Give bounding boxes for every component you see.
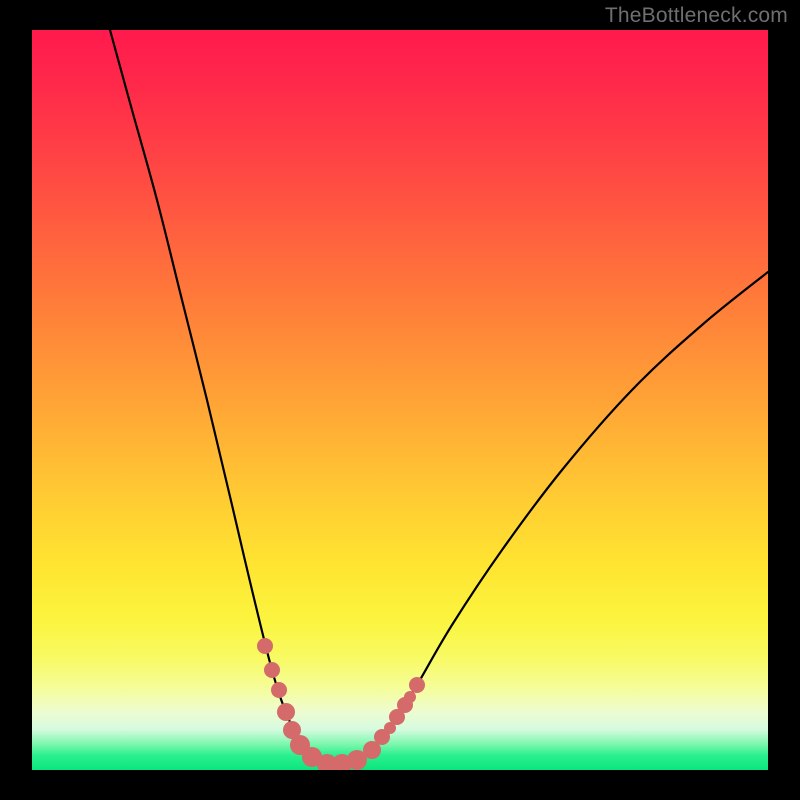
watermark-text: TheBottleneck.com — [605, 4, 788, 28]
curve-marker — [277, 703, 295, 721]
v-curve-line — [110, 30, 768, 765]
curve-marker — [257, 638, 273, 654]
curve-marker — [264, 662, 280, 678]
chart-frame — [32, 30, 768, 770]
curve-markers — [257, 638, 425, 770]
bottleneck-curve-chart — [32, 30, 768, 770]
curve-marker — [404, 691, 416, 703]
curve-marker — [271, 682, 287, 698]
curve-marker — [409, 677, 425, 693]
